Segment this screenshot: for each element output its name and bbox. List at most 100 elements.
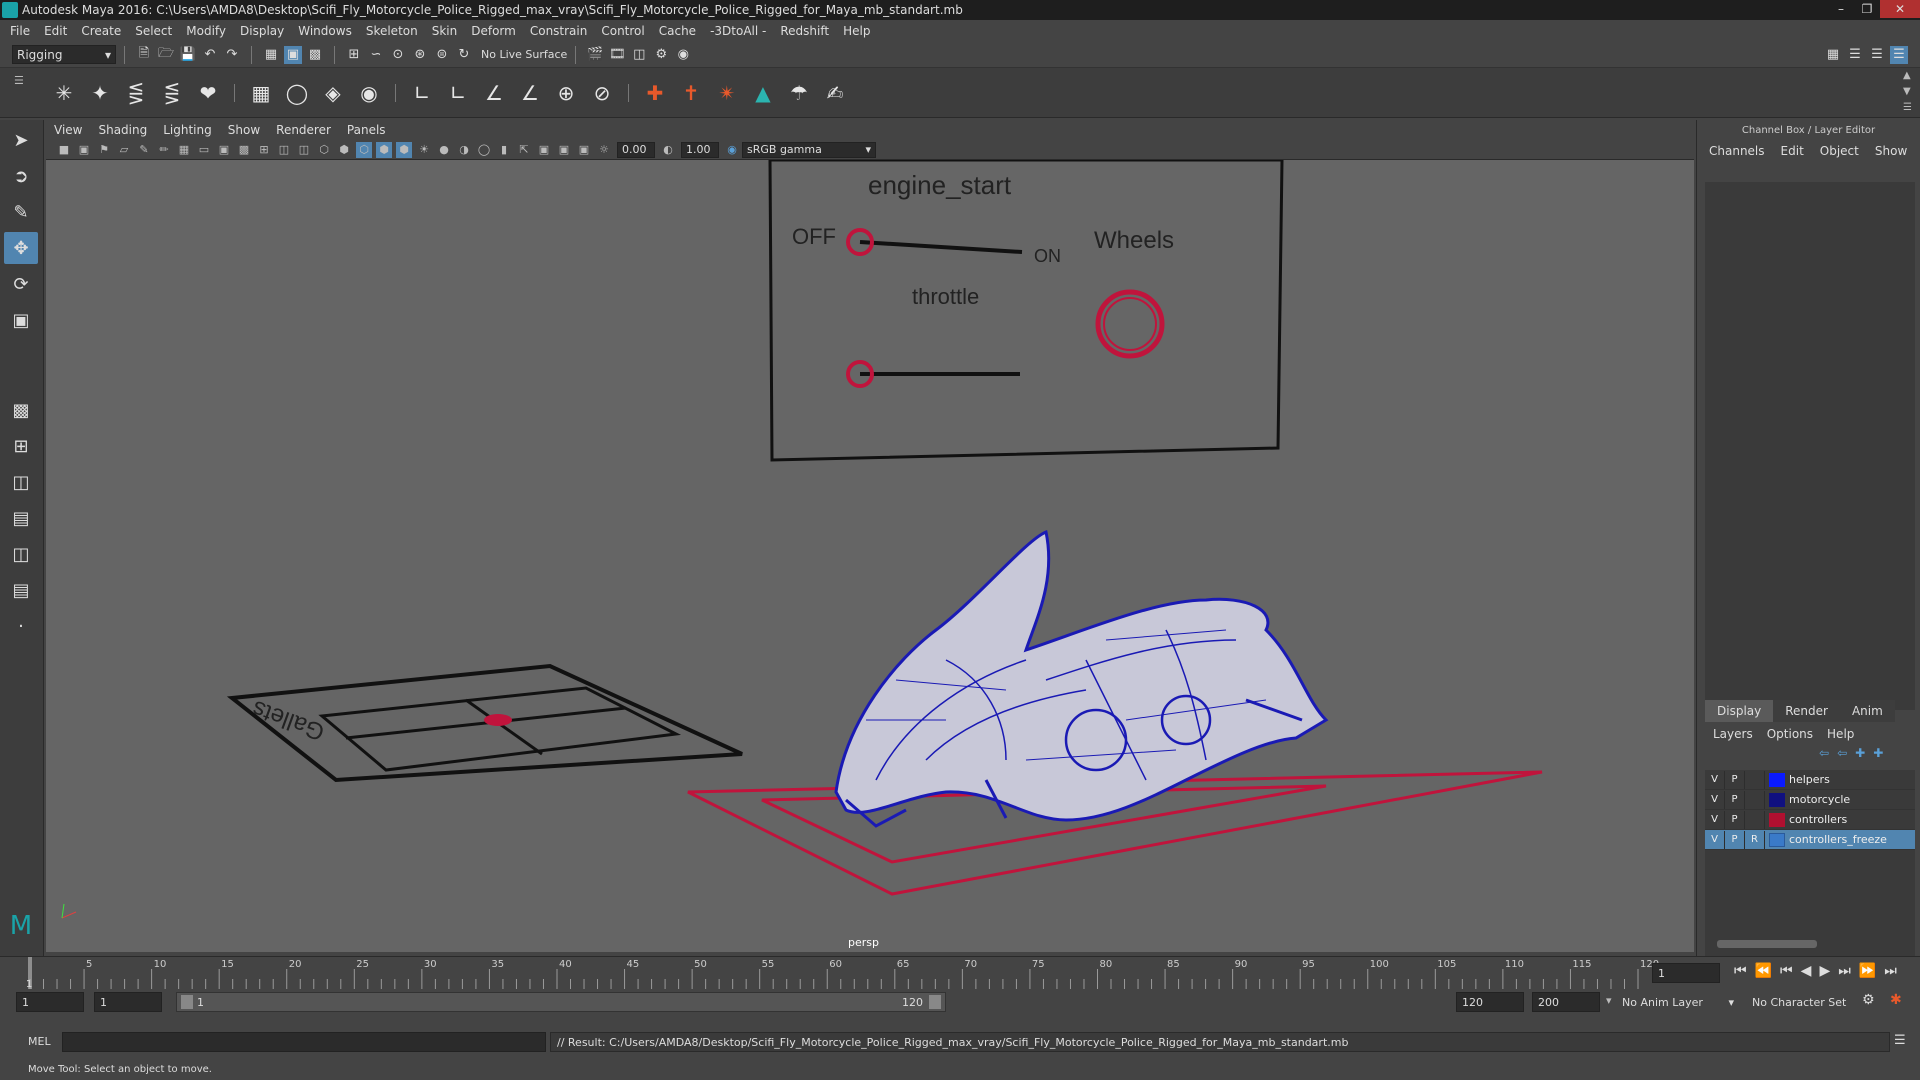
- channel-box-icon[interactable]: ☰: [1890, 45, 1908, 64]
- panel-menu-renderer[interactable]: Renderer: [276, 123, 331, 137]
- playback-toggle[interactable]: P: [1725, 830, 1745, 849]
- panel-menu-show[interactable]: Show: [228, 123, 260, 137]
- persp-graph-layout-icon[interactable]: ▤: [4, 502, 38, 534]
- aim-constraint-icon[interactable]: ✝: [676, 78, 706, 108]
- menu-windows[interactable]: Windows: [298, 24, 352, 38]
- select-camera-icon[interactable]: ■: [56, 142, 72, 158]
- tab-render[interactable]: Render: [1773, 700, 1840, 722]
- isolate-select-icon[interactable]: ⇱: [516, 142, 532, 158]
- new-layer-selected-icon[interactable]: ✚: [1873, 746, 1883, 760]
- exposure-icon[interactable]: ☼: [596, 142, 612, 158]
- playback-toggle[interactable]: P: [1725, 770, 1745, 789]
- step-back-icon[interactable]: ⏪: [1755, 963, 1772, 979]
- four-view-layout-icon[interactable]: ⊞: [4, 430, 38, 462]
- menu-file[interactable]: File: [10, 24, 30, 38]
- wireframe-icon[interactable]: ⬡: [316, 142, 332, 158]
- select-hierarchy-icon[interactable]: ▦: [262, 46, 280, 64]
- channels-menu[interactable]: Channels: [1709, 144, 1765, 158]
- perspective-viewport[interactable]: engine_start OFF ON Wheels throttle Gall…: [46, 160, 1694, 952]
- display-type-toggle[interactable]: [1745, 810, 1765, 829]
- smooth-shade-icon[interactable]: ⬢: [336, 142, 352, 158]
- add-influence-icon[interactable]: ⊕: [551, 78, 581, 108]
- visibility-toggle[interactable]: V: [1705, 810, 1725, 829]
- orient-constraint-icon[interactable]: ✴: [712, 78, 742, 108]
- attribute-editor-icon[interactable]: ☰: [1846, 46, 1864, 64]
- select-component-icon[interactable]: ▩: [306, 46, 324, 64]
- render-settings-icon[interactable]: ⚙: [652, 46, 670, 64]
- play-backwards-icon[interactable]: ◀: [1801, 963, 1812, 979]
- scale-tool-icon[interactable]: ▣: [4, 304, 38, 336]
- maximize-button[interactable]: ❐: [1854, 0, 1880, 18]
- auto-key-icon[interactable]: ⚙: [1862, 992, 1875, 1008]
- playback-end-field[interactable]: 120: [1456, 992, 1524, 1012]
- depth-of-field-icon[interactable]: ▮: [496, 142, 512, 158]
- gamma-icon[interactable]: ◐: [660, 142, 676, 158]
- menu-modify[interactable]: Modify: [186, 24, 226, 38]
- list-item[interactable]: V P R controllers_freeze: [1705, 830, 1915, 850]
- character-set-dropdown[interactable]: No Character Set: [1752, 992, 1856, 1012]
- anim-layer-dropdown[interactable]: No Anim Layer ▾: [1622, 992, 1734, 1012]
- step-back-key-icon[interactable]: ⏮: [1780, 963, 1793, 979]
- visibility-toggle[interactable]: V: [1705, 830, 1725, 849]
- layer-color-swatch[interactable]: [1769, 812, 1785, 827]
- menu-select[interactable]: Select: [135, 24, 172, 38]
- visibility-toggle[interactable]: V: [1705, 770, 1725, 789]
- more-layouts-icon[interactable]: ·: [4, 610, 38, 642]
- go-to-start-icon[interactable]: ⏮: [1734, 963, 1747, 979]
- shelf-scroll-icon[interactable]: ▲ ▼ ☰: [1903, 68, 1912, 116]
- motion-path-icon[interactable]: ✍: [820, 78, 850, 108]
- step-forward-icon[interactable]: ⏩: [1859, 963, 1876, 979]
- panel-menu-lighting[interactable]: Lighting: [163, 123, 212, 137]
- menu-set-dropdown[interactable]: Rigging ▾: [12, 45, 116, 64]
- gate-mask-icon[interactable]: ▩: [236, 142, 252, 158]
- layer-color-swatch[interactable]: [1769, 832, 1785, 847]
- move-tool-icon[interactable]: ✥: [4, 232, 38, 264]
- blend-shape-icon[interactable]: ◈: [318, 78, 348, 108]
- shadows-icon[interactable]: ☀: [416, 142, 432, 158]
- minimize-button[interactable]: –: [1828, 0, 1854, 18]
- bookmarks-icon[interactable]: ⚑: [96, 142, 112, 158]
- render-view-icon[interactable]: 🎬: [586, 46, 604, 64]
- textured-icon[interactable]: ⬢: [376, 141, 392, 158]
- grid-icon[interactable]: ▦: [176, 142, 192, 158]
- xray-joints-icon[interactable]: ▣: [556, 142, 572, 158]
- channel-box[interactable]: [1705, 182, 1915, 710]
- safe-title-icon[interactable]: ◫: [296, 142, 312, 158]
- layer-color-swatch[interactable]: [1769, 772, 1785, 787]
- grease-pencil-icon[interactable]: ✏: [156, 142, 172, 158]
- visibility-toggle[interactable]: V: [1705, 790, 1725, 809]
- color-management-icon[interactable]: ◉: [724, 142, 740, 158]
- channel-object-menu[interactable]: Object: [1820, 144, 1859, 158]
- snap-point-icon[interactable]: ⊙: [389, 46, 407, 64]
- display-type-toggle[interactable]: [1745, 790, 1765, 809]
- tab-display[interactable]: Display: [1705, 700, 1774, 722]
- tab-anim[interactable]: Anim: [1839, 700, 1895, 722]
- panel-menu-panels[interactable]: Panels: [347, 123, 386, 137]
- insert-joint-icon[interactable]: ✦: [85, 78, 115, 108]
- script-editor-icon[interactable]: ☰: [1894, 1033, 1906, 1048]
- current-frame-field[interactable]: 1: [1652, 963, 1720, 983]
- image-plane-icon[interactable]: ▱: [116, 142, 132, 158]
- outliner-layout-icon[interactable]: ▤: [4, 574, 38, 606]
- render-frame-icon[interactable]: 🎞: [608, 46, 626, 64]
- safe-action-icon[interactable]: ◫: [276, 142, 292, 158]
- menu-redshift[interactable]: Redshift: [780, 24, 829, 38]
- film-gate-icon[interactable]: ▭: [196, 142, 212, 158]
- list-item[interactable]: V P motorcycle: [1705, 790, 1915, 810]
- new-scene-icon[interactable]: 🗎: [135, 46, 153, 64]
- xray-icon[interactable]: ▣: [536, 142, 552, 158]
- wireframe-on-shaded-icon[interactable]: ⬡: [356, 141, 372, 158]
- options-menu[interactable]: Options: [1767, 727, 1813, 741]
- scrollbar-thumb[interactable]: [1717, 940, 1817, 948]
- time-slider[interactable]: 5 10 15 20 25 30 35 40 45 50 55 60 65 70 75 80 85 90 95 100…: [0, 956, 1920, 990]
- channel-edit-menu[interactable]: Edit: [1781, 144, 1804, 158]
- start-time-field[interactable]: 1: [16, 992, 84, 1012]
- single-perspective-layout-icon[interactable]: ▩: [4, 394, 38, 426]
- layer-color-swatch[interactable]: [1769, 792, 1785, 807]
- camera-attributes-icon[interactable]: ▣: [76, 142, 92, 158]
- menu-skin[interactable]: Skin: [432, 24, 458, 38]
- motion-blur-icon[interactable]: ◑: [456, 142, 472, 158]
- menu-cache[interactable]: Cache: [659, 24, 696, 38]
- playback-start-field[interactable]: 1: [94, 992, 162, 1012]
- paint-select-icon[interactable]: ✎: [4, 196, 38, 228]
